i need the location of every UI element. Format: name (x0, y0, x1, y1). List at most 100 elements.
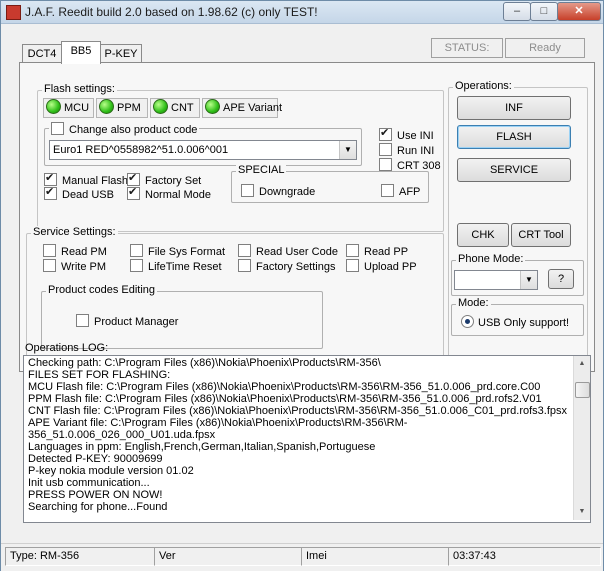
product-code-value: Euro1 RED^0558982^51.0.006^001 (53, 144, 229, 156)
manual-flash-box[interactable] (44, 172, 57, 186)
upload-pp-checkbox[interactable]: Upload PP (346, 259, 417, 274)
log-line: Languages in ppm: English,French,German,… (28, 441, 376, 453)
read-pp-label: Read PP (364, 246, 409, 258)
log-line: Init usb communication... (28, 477, 150, 489)
inf-button[interactable]: INF (457, 96, 571, 120)
scroll-up-icon[interactable]: ▲ (574, 356, 590, 372)
product-manager-checkbox[interactable]: Product Manager (76, 314, 178, 329)
dead-usb-box[interactable] (44, 186, 57, 200)
upload-pp-box[interactable] (346, 259, 359, 272)
use-ini-checkbox[interactable]: Use INI (379, 127, 434, 143)
crt308-box[interactable] (379, 158, 392, 171)
phone-mode-help-button[interactable]: ? (548, 269, 574, 289)
ape-led-icon (205, 99, 220, 114)
status-time: 03:37:43 (448, 547, 601, 566)
product-codes-title: Product codes Editing (46, 284, 158, 296)
run-ini-label: Run INI (397, 145, 435, 157)
chk-button[interactable]: CHK (457, 223, 509, 247)
change-product-code-box[interactable] (51, 122, 64, 135)
log-line: Detected P-KEY: 90009699 (28, 453, 163, 465)
read-pm-checkbox[interactable]: Read PM (43, 244, 107, 259)
run-ini-box[interactable] (379, 143, 392, 156)
special-group: SPECIAL Downgrade AFP (231, 164, 429, 203)
log-line: CNT Flash file: C:\Program Files (x86)\N… (28, 405, 568, 417)
write-pm-box[interactable] (43, 259, 56, 272)
log-line: PRESS POWER ON NOW! (28, 489, 163, 501)
operations-title: Operations: (453, 80, 514, 92)
factory-settings-box[interactable] (238, 259, 251, 272)
read-pp-box[interactable] (346, 244, 359, 257)
status-imei: Imei (301, 547, 449, 566)
afp-box[interactable] (381, 184, 394, 197)
factory-settings-checkbox[interactable]: Factory Settings (238, 259, 335, 274)
read-pm-label: Read PM (61, 246, 107, 258)
normal-mode-box[interactable] (127, 186, 140, 200)
main-window: J.A.F. Reedit build 2.0 based on 1.98.62… (0, 0, 604, 571)
lifetime-reset-box[interactable] (130, 259, 143, 272)
factory-set-checkbox[interactable]: Factory Set (127, 172, 201, 188)
phone-mode-group: Phone Mode: ▼ ? (451, 253, 584, 296)
downgrade-checkbox[interactable]: Downgrade (241, 184, 315, 199)
dead-usb-label: Dead USB (62, 189, 114, 201)
service-settings-title: Service Settings: (31, 226, 118, 238)
manual-flash-checkbox[interactable]: Manual Flash (44, 172, 129, 188)
upload-pp-label: Upload PP (364, 261, 417, 273)
read-user-code-checkbox[interactable]: Read User Code (238, 244, 338, 259)
flash-button[interactable]: FLASH (457, 125, 571, 149)
read-pp-checkbox[interactable]: Read PP (346, 244, 408, 259)
log-line: FILES SET FOR FLASHING: (28, 369, 171, 381)
file-sys-format-label: File Sys Format (148, 246, 226, 258)
operations-log[interactable]: Checking path: C:\Program Files (x86)\No… (23, 355, 591, 523)
lifetime-reset-label: LifeTime Reset (148, 261, 222, 273)
ppm-indicator: PPM (96, 98, 148, 118)
factory-set-box[interactable] (127, 172, 140, 186)
mcu-led-icon (46, 99, 61, 114)
log-line: Checking path: C:\Program Files (x86)\No… (28, 357, 381, 369)
downgrade-label: Downgrade (259, 186, 316, 198)
normal-mode-checkbox[interactable]: Normal Mode (127, 186, 212, 202)
scroll-down-icon[interactable]: ▼ (574, 504, 590, 520)
tab-dct4[interactable]: DCT4 (22, 44, 62, 63)
maximize-button[interactable]: □ (530, 2, 558, 21)
special-title: SPECIAL (236, 164, 287, 176)
chevron-down-icon[interactable]: ▼ (339, 141, 356, 159)
service-button[interactable]: SERVICE (457, 158, 571, 182)
file-sys-format-checkbox[interactable]: File Sys Format (130, 244, 225, 259)
dead-usb-checkbox[interactable]: Dead USB (44, 186, 114, 202)
chevron-down-icon[interactable]: ▼ (520, 271, 537, 289)
usb-only-radio[interactable]: USB Only support! (461, 315, 569, 330)
cnt-led-icon (153, 99, 168, 114)
write-pm-checkbox[interactable]: Write PM (43, 259, 106, 274)
manual-flash-label: Manual Flash (62, 175, 129, 187)
change-product-code-checkbox[interactable]: Change also product code (49, 122, 200, 137)
title-bar[interactable]: J.A.F. Reedit build 2.0 based on 1.98.62… (1, 1, 603, 24)
mcu-indicator: MCU (43, 98, 94, 118)
crt-tool-button[interactable]: CRT Tool (511, 223, 571, 247)
minimize-button[interactable]: – (503, 2, 531, 21)
normal-mode-label: Normal Mode (145, 189, 212, 201)
tab-bb5[interactable]: BB5 (61, 41, 101, 64)
log-scrollbar[interactable]: ▲ ▼ (573, 356, 590, 520)
flash-settings-title: Flash settings: (42, 83, 117, 95)
downgrade-box[interactable] (241, 184, 254, 197)
run-ini-checkbox[interactable]: Run INI (379, 143, 434, 158)
file-sys-format-box[interactable] (130, 244, 143, 257)
read-pm-box[interactable] (43, 244, 56, 257)
radio-selected-icon[interactable] (461, 315, 474, 328)
afp-checkbox[interactable]: AFP (381, 184, 420, 199)
product-manager-box[interactable] (76, 314, 89, 327)
product-codes-group: Product codes Editing Product Manager (41, 284, 323, 349)
use-ini-box[interactable] (379, 127, 392, 141)
read-user-code-box[interactable] (238, 244, 251, 257)
lifetime-reset-checkbox[interactable]: LifeTime Reset (130, 259, 222, 274)
product-code-combo[interactable]: Euro1 RED^0558982^51.0.006^001 ▼ (49, 140, 357, 160)
afp-label: AFP (399, 186, 421, 198)
read-user-code-label: Read User Code (256, 246, 338, 258)
ape-variant-label: APE Variant (223, 102, 283, 114)
log-line: PPM Flash file: C:\Program Files (x86)\N… (28, 393, 542, 405)
close-button[interactable]: ✕ (557, 2, 601, 21)
tab-p-key[interactable]: P-KEY (100, 44, 142, 63)
scroll-thumb[interactable] (575, 382, 590, 398)
phone-mode-combo[interactable]: ▼ (454, 270, 538, 290)
app-icon (6, 5, 21, 20)
